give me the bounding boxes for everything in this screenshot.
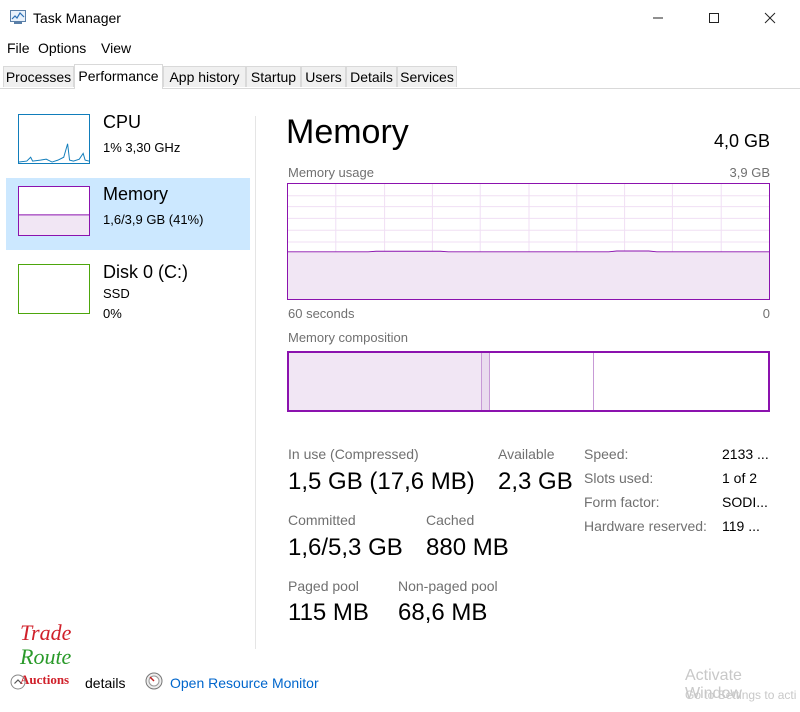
tab-performance[interactable]: Performance <box>74 64 163 89</box>
minimize-icon <box>653 17 663 19</box>
memory-usage-graph <box>287 183 770 300</box>
tab-details[interactable]: Details <box>346 66 397 87</box>
spec-slots-label: Slots used: <box>584 470 654 486</box>
composition-standby-boundary <box>593 353 594 410</box>
committed-label: Committed <box>288 512 356 528</box>
open-resource-monitor-link[interactable]: Open Resource Monitor <box>170 675 319 691</box>
logo-line-2: Route <box>20 644 72 669</box>
in-use-value: 1,5 GB (17,6 MB) <box>288 468 475 495</box>
tab-processes[interactable]: Processes <box>3 66 74 87</box>
page-title: Memory <box>286 113 409 151</box>
available-value: 2,3 GB <box>498 468 573 495</box>
disk-type-text: SSD <box>103 286 130 301</box>
resource-monitor-icon <box>145 672 163 690</box>
spec-form-factor-label: Form factor: <box>584 494 660 510</box>
fewer-details-link[interactable]: details <box>85 675 125 691</box>
memory-usage-max: 3,9 GB <box>729 165 770 180</box>
menu-options[interactable]: Options <box>38 40 86 56</box>
cpu-usage-text: 1% 3,30 GHz <box>103 140 181 155</box>
logo-line-3: Auctions <box>20 672 70 687</box>
memory-usage-text: 1,6/3,9 GB (41%) <box>103 212 204 227</box>
logo-line-1: Trade <box>20 620 72 645</box>
time-axis-start: 60 seconds <box>288 306 355 321</box>
usage-area <box>288 251 769 299</box>
close-icon <box>764 12 776 24</box>
memory-composition-label: Memory composition <box>288 330 408 345</box>
sidebar-item-label: CPU <box>103 112 142 132</box>
spec-speed-value: 2133 ... <box>722 446 769 462</box>
disk-usage-text: 0% <box>103 306 122 321</box>
cached-label: Cached <box>426 512 475 528</box>
spec-hw-reserved-value: 119 ... <box>722 518 760 534</box>
memory-total: 4,0 GB <box>713 131 770 151</box>
paged-pool-value: 115 MB <box>288 599 369 626</box>
paged-pool-label: Paged pool <box>288 578 359 594</box>
in-use-label: In use (Compressed) <box>288 446 419 462</box>
tab-users[interactable]: Users <box>301 66 346 87</box>
non-paged-pool-label: Non-paged pool <box>398 578 498 594</box>
trade-route-logo: Trade Route Auctions <box>20 620 90 692</box>
tab-bar: Processes Performance App history Startu… <box>0 64 800 89</box>
cpu-thumbnail-graph <box>18 114 90 164</box>
spec-form-factor-value: SODI... <box>722 494 768 510</box>
composition-in-use <box>289 353 481 410</box>
composition-modified <box>481 353 490 410</box>
spec-slots-value: 1 of 2 <box>722 470 758 486</box>
activate-windows-subtext: Go to Settings to acti <box>685 688 797 702</box>
fewer-details-chevron-icon[interactable] <box>10 674 26 690</box>
available-label: Available <box>498 446 555 462</box>
sidebar-item-disk[interactable]: Disk 0 (C:) SSD 0% <box>6 250 250 322</box>
pane-divider[interactable] <box>255 116 256 649</box>
cached-value: 880 MB <box>426 534 509 561</box>
non-paged-pool-value: 68,6 MB <box>398 599 488 626</box>
tab-startup[interactable]: Startup <box>246 66 301 87</box>
sidebar-item-label: Memory <box>103 184 169 204</box>
maximize-icon <box>709 13 719 23</box>
tab-services[interactable]: Services <box>397 66 457 87</box>
spec-speed-label: Speed: <box>584 446 629 462</box>
committed-value: 1,6/5,3 GB <box>288 534 403 561</box>
sidebar-item-cpu[interactable]: CPU 1% 3,30 GHz <box>6 106 250 178</box>
memory-thumbnail-graph <box>18 186 90 236</box>
tab-app-history[interactable]: App history <box>163 66 246 87</box>
time-axis-end: 0 <box>762 306 770 321</box>
memory-composition-bar <box>287 351 770 412</box>
minimize-button[interactable] <box>630 0 686 36</box>
memory-usage-label: Memory usage <box>288 165 374 180</box>
sidebar-item-memory[interactable]: Memory 1,6/3,9 GB (41%) <box>6 178 250 250</box>
task-manager-icon <box>10 10 26 24</box>
close-button[interactable] <box>742 0 798 36</box>
maximize-button[interactable] <box>686 0 742 36</box>
menu-view[interactable]: View <box>101 40 131 56</box>
menu-file[interactable]: File <box>7 40 30 56</box>
window-title: Task Manager <box>33 10 121 26</box>
disk-thumbnail-graph <box>18 264 90 314</box>
title-bar[interactable]: Task Manager <box>0 0 800 36</box>
menu-bar: File Options View <box>0 38 800 60</box>
sidebar-item-label: Disk 0 (C:) <box>103 262 188 282</box>
spec-hw-reserved-label: Hardware reserved: <box>584 518 707 534</box>
